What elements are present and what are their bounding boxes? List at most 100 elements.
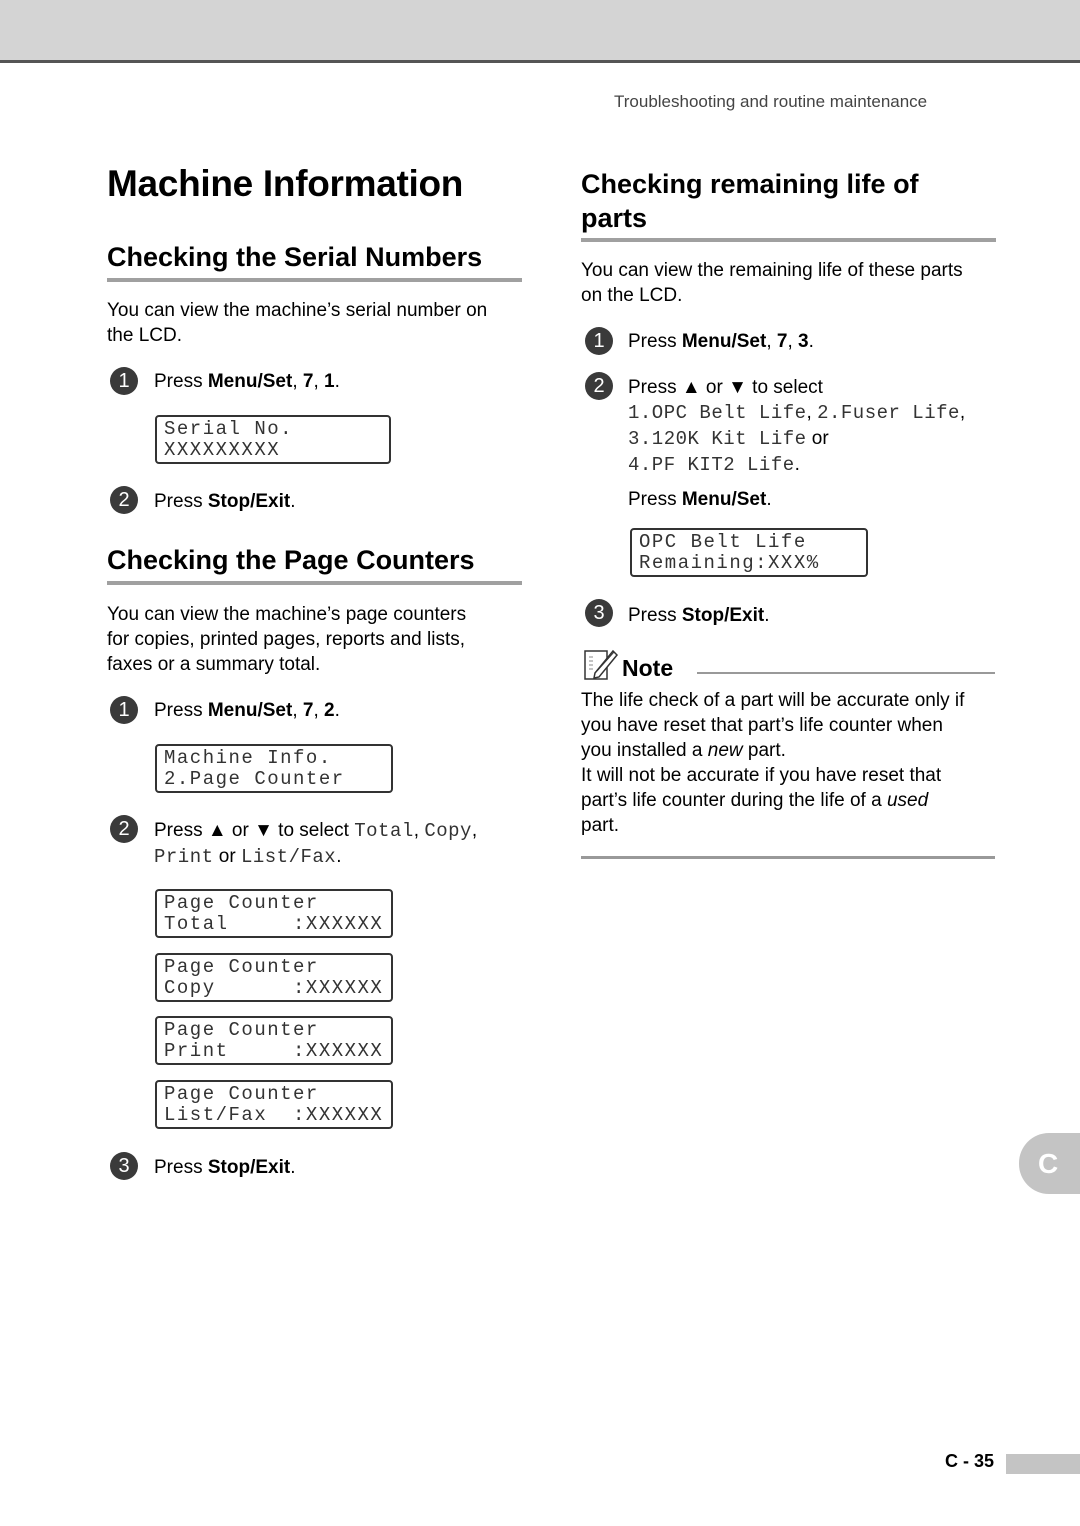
counters-step-1: Press Menu/Set, 7, 2. (154, 698, 340, 723)
lcd-line: Copy :XXXXXX (164, 977, 384, 999)
lcd-serial: Serial No. XXXXXXXXX (155, 415, 391, 464)
emphasis: new (707, 740, 743, 761)
lcd-line: Page Counter (164, 1019, 319, 1041)
lcd-line: Total :XXXXXX (164, 913, 384, 935)
sep: , (292, 700, 303, 721)
option-opc-belt-life: 1.OPC Belt Life (628, 402, 807, 424)
sep: , (313, 700, 325, 721)
emphasis: used (886, 790, 929, 811)
note-line: part’s life counter during the life of a… (581, 788, 964, 813)
note-pencil-icon (583, 647, 619, 683)
option-120k-kit-life: 3.120K Kit Life (628, 428, 807, 450)
sep: . (794, 454, 800, 475)
intro-line: faxes or a summary total. (107, 654, 321, 675)
step-text: Press (154, 371, 208, 392)
step-text: Press (628, 605, 682, 626)
sep: . (766, 489, 772, 510)
counters-intro: You can view the machine’s page counters… (107, 602, 466, 677)
sep: , (292, 371, 303, 392)
lcd-page-counter-print: Page Counter Print :XXXXXX (155, 1016, 393, 1065)
note-end-divider (581, 856, 995, 859)
key-menu-set: Menu/Set (681, 489, 767, 510)
note-label: Note (622, 655, 674, 681)
key-1: 1 (324, 371, 335, 392)
note-divider (697, 672, 995, 674)
intro-line: You can view the machine’s page counters (107, 604, 467, 625)
parts-step-2: Press ▲ or ▼ to select 1.OPC Belt Life, … (628, 375, 1008, 512)
key-2: 2 (324, 700, 335, 721)
sep: , (313, 371, 325, 392)
sep: or (806, 428, 829, 449)
lcd-page-counter-list-fax: Page Counter List/Fax :XXXXXX (155, 1080, 393, 1129)
note-line: part. (581, 815, 620, 836)
step-number-3: 3 (110, 1152, 138, 1180)
text: part. (742, 740, 786, 761)
step-number-2: 2 (585, 372, 613, 400)
serial-step-1: Press Menu/Set, 7, 1. (154, 369, 340, 394)
chapter-tab: C (1019, 1133, 1080, 1194)
step-number-3: 3 (585, 599, 613, 627)
sep: . (336, 846, 342, 867)
step-number-1: 1 (110, 696, 138, 724)
step-text: Press ▲ or ▼ to select (628, 377, 823, 398)
intro-line: the LCD. (107, 325, 182, 346)
serial-intro: You can view the machine’s serial number… (107, 298, 487, 348)
step-text: Press (154, 491, 208, 512)
intro-line: You can view the machine’s serial number… (107, 300, 488, 321)
key-menu-set: Menu/Set (207, 371, 293, 392)
key-menu-set: Menu/Set (681, 331, 767, 352)
sep: . (334, 371, 340, 392)
key-stop-exit: Stop/Exit (207, 1157, 291, 1178)
lcd-line: List/Fax :XXXXXX (164, 1104, 384, 1126)
counters-step-3: Press Stop/Exit. (154, 1155, 295, 1180)
heading-rule (107, 581, 522, 585)
note-line: you have reset that part’s life counter … (581, 715, 943, 736)
text: you installed a (581, 740, 708, 761)
sep: , (413, 820, 425, 841)
footer-bar (1006, 1454, 1080, 1474)
sep: , (766, 331, 777, 352)
sep: . (808, 331, 814, 352)
key-7: 7 (302, 700, 314, 721)
key-menu-set: Menu/Set (207, 700, 293, 721)
sep: . (334, 700, 340, 721)
option-fuser-life: 2.Fuser Life (817, 402, 960, 424)
lcd-opc-belt-life: OPC Belt Life Remaining:XXX% (630, 528, 868, 577)
option-pf-kit2-life: 4.PF KIT2 Life (628, 454, 795, 476)
lcd-line: 2.Page Counter (164, 768, 345, 790)
note-line: The life check of a part will be accurat… (581, 690, 965, 711)
key-stop-exit: Stop/Exit (681, 605, 765, 626)
heading-line: Checking remaining life of (581, 169, 919, 199)
lcd-page-counter-copy: Page Counter Copy :XXXXXX (155, 953, 393, 1002)
intro-line: for copies, printed pages, reports and l… (107, 629, 466, 650)
lcd-line: Print :XXXXXX (164, 1040, 384, 1062)
serial-step-2: Press Stop/Exit. (154, 489, 295, 514)
note-body: The life check of a part will be accurat… (581, 688, 964, 838)
option-copy: Copy (424, 820, 472, 842)
parts-step-1: Press Menu/Set, 7, 3. (628, 329, 814, 354)
step-text: Press (628, 331, 682, 352)
lcd-line: OPC Belt Life (639, 531, 807, 553)
lcd-line: Serial No. (164, 418, 294, 440)
lcd-line: Page Counter (164, 956, 319, 978)
step-text: Press (154, 1157, 208, 1178)
sep: , (471, 820, 478, 841)
page-title: Machine Information (107, 163, 464, 204)
key-7: 7 (302, 371, 314, 392)
text: part’s life counter during the life of a (581, 790, 887, 811)
step-text: Press (628, 489, 682, 510)
step-number-2: 2 (110, 815, 138, 843)
lcd-page-counter-total: Page Counter Total :XXXXXX (155, 889, 393, 938)
page-number: C - 35 (945, 1451, 995, 1471)
heading-rule (107, 278, 522, 282)
section-heading-counters: Checking the Page Counters (107, 545, 475, 575)
section-heading-serial: Checking the Serial Numbers (107, 242, 483, 272)
heading-line: parts (581, 203, 648, 233)
top-banner (0, 0, 1080, 63)
lcd-line: Page Counter (164, 892, 319, 914)
note-line: you installed a new part. (581, 738, 964, 763)
counters-step-2: Press ▲ or ▼ to select Total, Copy, Prin… (154, 818, 524, 870)
sep: or (213, 846, 241, 867)
option-list-fax: List/Fax (240, 846, 337, 868)
step-text: Press ▲ or ▼ to select (154, 820, 355, 841)
